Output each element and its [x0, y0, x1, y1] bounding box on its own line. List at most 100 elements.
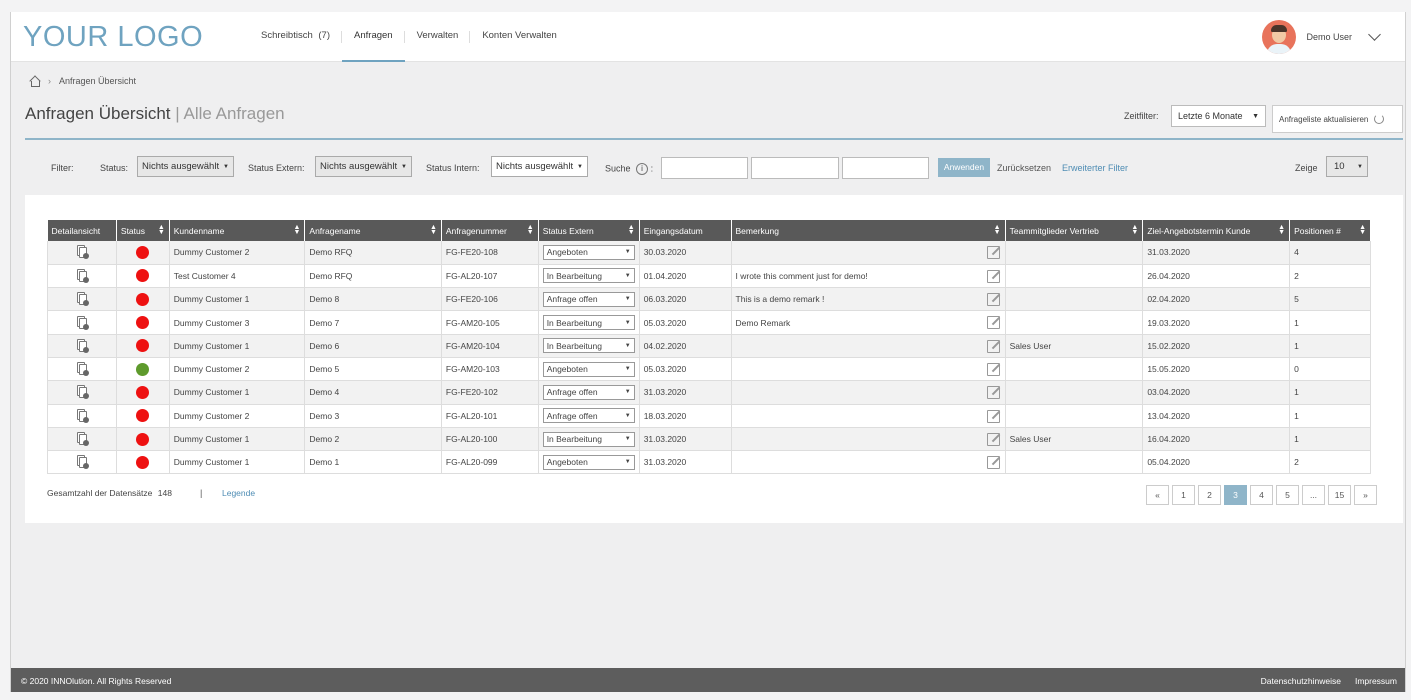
- table-row[interactable]: Dummy Customer 1 Demo 1 FG-AL20-099 Angebot…: [47, 450, 1371, 475]
- extended-filter-link[interactable]: Erweiterter Filter: [1062, 163, 1128, 173]
- detail-cell[interactable]: [47, 241, 117, 265]
- column-header-status[interactable]: Status ▲ ▼: [116, 220, 170, 241]
- column-header-status-extern[interactable]: Status Extern ▲ ▼: [538, 220, 640, 241]
- sort-icon[interactable]: ▲ ▼: [628, 224, 635, 236]
- document-lock-icon[interactable]: [76, 268, 89, 283]
- column-header-positionen[interactable]: Positionen # ▲ ▼: [1289, 220, 1371, 241]
- sort-icon[interactable]: ▲ ▼: [1278, 224, 1285, 236]
- edit-icon[interactable]: [986, 386, 1000, 400]
- info-icon[interactable]: i: [636, 163, 649, 175]
- detail-cell[interactable]: [47, 380, 117, 405]
- table-row[interactable]: Dummy Customer 1 Demo 8 FG-FE20-106 Anfrage…: [47, 287, 1371, 312]
- legend-link[interactable]: Legende: [222, 488, 255, 498]
- edit-icon[interactable]: [986, 409, 1000, 423]
- document-lock-icon[interactable]: [76, 408, 89, 423]
- page-button[interactable]: 2: [1198, 485, 1221, 505]
- nav-item-verwalten[interactable]: Verwalten: [405, 12, 471, 62]
- detail-cell[interactable]: [47, 357, 117, 382]
- status-extern-select[interactable]: Anfrage offen ▼: [542, 408, 635, 424]
- nav-item-konten-verwalten[interactable]: Konten Verwalten: [470, 12, 568, 62]
- status-extern-select[interactable]: In Bearbeitung ▼: [542, 268, 635, 284]
- detail-cell[interactable]: [47, 310, 117, 335]
- page-size-select[interactable]: 10 ▼: [1326, 156, 1368, 177]
- column-header-bemerkung[interactable]: Bemerkung ▲ ▼: [731, 220, 1006, 241]
- edit-icon[interactable]: [986, 246, 1000, 259]
- page-button[interactable]: «: [1146, 485, 1169, 505]
- document-lock-icon[interactable]: [76, 292, 89, 307]
- detail-cell[interactable]: [47, 404, 117, 428]
- status-extern-select[interactable]: Anfrage offen ▼: [542, 291, 635, 307]
- table-row[interactable]: Dummy Customer 2 Demo 5 FG-AM20-103 Angebot…: [47, 357, 1371, 382]
- document-lock-icon[interactable]: [76, 245, 89, 260]
- sort-icon[interactable]: ▲ ▼: [994, 224, 1001, 236]
- status-intern-filter-select[interactable]: Nichts ausgewählt ▼: [491, 156, 588, 177]
- chevron-down-icon[interactable]: [1368, 28, 1381, 41]
- reset-link[interactable]: Zurücksetzen: [997, 163, 1051, 173]
- detail-cell[interactable]: [47, 450, 117, 475]
- edit-icon[interactable]: [986, 293, 1000, 307]
- table-row[interactable]: Dummy Customer 1 Demo 6 FG-AM20-104 In Bear…: [47, 334, 1371, 358]
- page-button[interactable]: 15: [1328, 485, 1351, 505]
- status-extern-select[interactable]: In Bearbeitung ▼: [542, 431, 635, 447]
- status-extern-select[interactable]: Angeboten ▼: [542, 244, 635, 260]
- table-row[interactable]: Dummy Customer 1 Demo 4 FG-FE20-102 Anfrage…: [47, 380, 1371, 405]
- page-button[interactable]: 4: [1250, 485, 1273, 505]
- sort-icon[interactable]: ▲ ▼: [430, 224, 437, 236]
- document-lock-icon[interactable]: [76, 338, 89, 353]
- page-button[interactable]: 3: [1224, 485, 1247, 505]
- status-extern-select[interactable]: Anfrage offen ▼: [542, 384, 635, 400]
- column-header-anfragename[interactable]: Anfragename ▲ ▼: [304, 220, 442, 241]
- sort-icon[interactable]: ▲ ▼: [158, 224, 165, 236]
- document-lock-icon[interactable]: [76, 455, 89, 470]
- document-lock-icon[interactable]: [76, 315, 89, 330]
- status-extern-filter-select[interactable]: Nichts ausgewählt ▼: [315, 156, 412, 177]
- edit-icon[interactable]: [986, 362, 1000, 376]
- user-menu[interactable]: Demo User: [1262, 20, 1381, 54]
- table-row[interactable]: Test Customer 4 Demo RFQ FG-AL20-107 In Bea…: [47, 264, 1371, 289]
- table-row[interactable]: Dummy Customer 1 Demo 2 FG-AL20-100 In Bear…: [47, 427, 1371, 452]
- column-header-teammitglieder[interactable]: Teammitglieder Vertrieb ▲ ▼: [1005, 220, 1144, 241]
- footer-link-impressum[interactable]: Impressum: [1355, 676, 1397, 686]
- status-extern-select[interactable]: Angeboten ▼: [542, 361, 635, 377]
- status-extern-select[interactable]: Angeboten ▼: [542, 454, 635, 470]
- page-button[interactable]: 1: [1172, 485, 1195, 505]
- nav-item-anfragen[interactable]: Anfragen: [342, 12, 405, 62]
- edit-icon[interactable]: [986, 456, 1000, 470]
- sort-icon[interactable]: ▲ ▼: [293, 224, 300, 236]
- column-header-ziel-angebotstermin[interactable]: Ziel-Angebotstermin Kunde ▲ ▼: [1142, 220, 1291, 241]
- status-filter-select[interactable]: Nichts ausgewählt ▼: [137, 156, 234, 177]
- zeitfilter-select[interactable]: Letzte 6 Monate ▼: [1171, 105, 1266, 127]
- table-row[interactable]: Dummy Customer 3 Demo 7 FG-AM20-105 In Bear…: [47, 310, 1371, 335]
- document-lock-icon[interactable]: [76, 362, 89, 377]
- refresh-list-button[interactable]: Anfrageliste aktualisieren: [1272, 105, 1403, 133]
- sort-icon[interactable]: ▲ ▼: [1131, 224, 1138, 236]
- detail-cell[interactable]: [47, 427, 117, 452]
- edit-icon[interactable]: [986, 339, 1000, 353]
- document-lock-icon[interactable]: [76, 385, 89, 400]
- page-button[interactable]: 5: [1276, 485, 1299, 505]
- footer-link-datenschutz[interactable]: Datenschutzhinweise: [1261, 676, 1341, 686]
- document-lock-icon[interactable]: [76, 432, 89, 447]
- column-header-anfragenummer[interactable]: Anfragenummer ▲ ▼: [441, 220, 539, 241]
- edit-icon[interactable]: [986, 269, 1000, 283]
- page-button[interactable]: »: [1354, 485, 1377, 505]
- table-row[interactable]: Dummy Customer 2 Demo 3 FG-AL20-101 Anfrage…: [47, 404, 1371, 428]
- home-icon[interactable]: [29, 76, 40, 87]
- column-header-kundenname[interactable]: Kundenname ▲ ▼: [169, 220, 306, 241]
- status-extern-select[interactable]: In Bearbeitung ▼: [542, 338, 635, 354]
- edit-icon[interactable]: [986, 432, 1000, 446]
- detail-cell[interactable]: [47, 334, 117, 358]
- detail-cell[interactable]: [47, 287, 117, 312]
- sort-icon[interactable]: ▲ ▼: [527, 224, 534, 236]
- status-extern-select[interactable]: In Bearbeitung ▼: [542, 315, 635, 331]
- avatar[interactable]: [1262, 20, 1297, 54]
- detail-cell[interactable]: [47, 264, 117, 289]
- nav-item-schreibtisch[interactable]: Schreibtisch (7): [249, 12, 343, 62]
- search-input-3[interactable]: [842, 157, 929, 179]
- search-input-2[interactable]: [751, 157, 839, 179]
- table-row[interactable]: Dummy Customer 2 Demo RFQ FG-FE20-108 Angeb…: [47, 241, 1371, 265]
- sort-icon[interactable]: ▲ ▼: [1359, 224, 1366, 236]
- search-input-1[interactable]: [661, 157, 748, 179]
- apply-button[interactable]: Anwenden: [938, 158, 990, 177]
- page-button[interactable]: ...: [1302, 485, 1325, 505]
